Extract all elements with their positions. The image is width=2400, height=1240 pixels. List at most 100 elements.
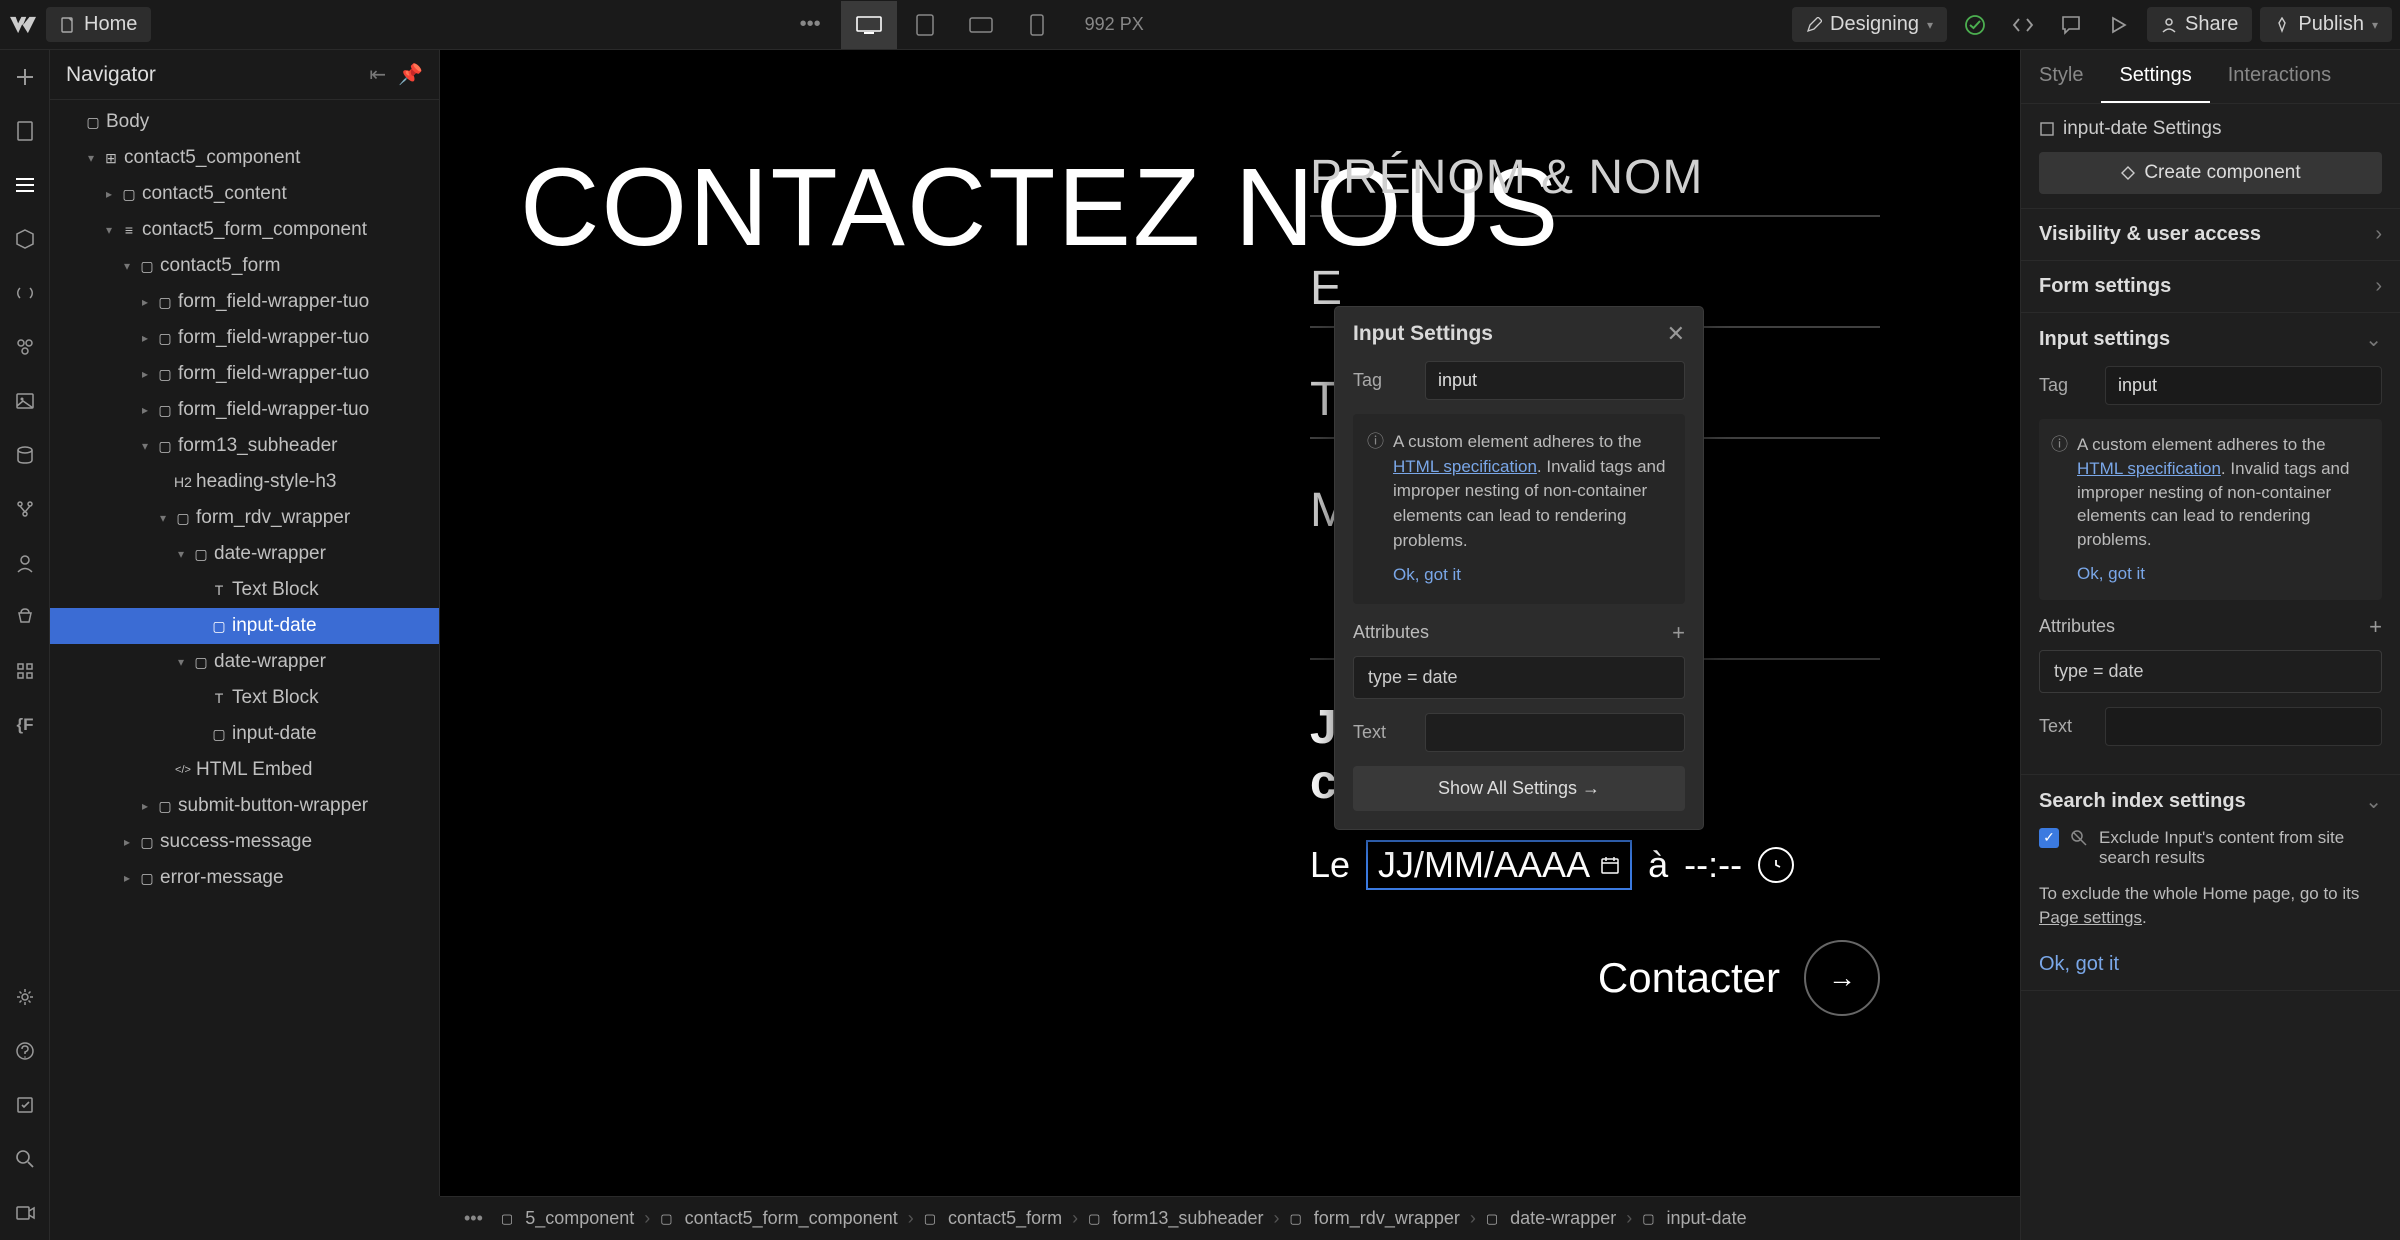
cms-icon[interactable] xyxy=(0,428,50,482)
breadcrumb-item[interactable]: ▢input-date xyxy=(1634,1208,1754,1229)
status-check-icon[interactable] xyxy=(1955,5,1995,45)
attribute-item[interactable]: type = date xyxy=(2039,650,2382,693)
audit-icon[interactable] xyxy=(0,1078,50,1132)
breadcrumb-item[interactable]: ▢form_rdv_wrapper xyxy=(1282,1208,1468,1229)
tree-arrow-icon[interactable]: ▸ xyxy=(136,367,154,381)
variables-icon[interactable] xyxy=(0,266,50,320)
preview-icon[interactable] xyxy=(2099,5,2139,45)
tree-row[interactable]: </>HTML Embed xyxy=(50,752,439,788)
tree-arrow-icon[interactable]: ▾ xyxy=(154,511,172,525)
tree-row[interactable]: ▸▢submit-button-wrapper xyxy=(50,788,439,824)
ecommerce-icon[interactable] xyxy=(0,590,50,644)
landscape-tablet-button[interactable] xyxy=(953,1,1009,49)
tree-row[interactable]: ▸▢success-message xyxy=(50,824,439,860)
chevron-down-icon[interactable]: ⌄ xyxy=(2365,327,2382,352)
tree-row[interactable]: TText Block xyxy=(50,572,439,608)
create-component-button[interactable]: Create component xyxy=(2039,152,2382,194)
tree-row[interactable]: ▾▢form_rdv_wrapper xyxy=(50,500,439,536)
close-icon[interactable]: ✕ xyxy=(1667,321,1685,347)
share-button[interactable]: Share xyxy=(2147,7,2252,42)
html-spec-link[interactable]: HTML specification xyxy=(1393,457,1537,476)
tree-arrow-icon[interactable]: ▾ xyxy=(82,151,100,165)
users-icon[interactable] xyxy=(0,536,50,590)
tree-row[interactable]: TText Block xyxy=(50,680,439,716)
add-icon[interactable] xyxy=(0,50,50,104)
tree-row[interactable]: H2heading-style-h3 xyxy=(50,464,439,500)
comment-icon[interactable] xyxy=(2051,5,2091,45)
collapse-icon[interactable]: ⇤ xyxy=(369,62,386,87)
tree-arrow-icon[interactable]: ▾ xyxy=(100,223,118,237)
tree-row[interactable]: ▢input-date xyxy=(50,608,439,644)
tree-row[interactable]: ▢input-date xyxy=(50,716,439,752)
ok-got-it-link[interactable]: Ok, got it xyxy=(1393,563,1669,588)
breadcrumb-item[interactable]: ▢5_component xyxy=(493,1208,642,1229)
pages-icon[interactable] xyxy=(0,104,50,158)
tree-arrow-icon[interactable]: ▸ xyxy=(136,403,154,417)
tree-row[interactable]: ▸▢form_field-wrapper-tuo xyxy=(50,356,439,392)
add-attribute-icon[interactable]: + xyxy=(1672,620,1685,646)
styles-icon[interactable] xyxy=(0,320,50,374)
field-name[interactable]: PRÉNOM & NOM xyxy=(1310,150,1880,217)
page-settings-link[interactable]: Page settings xyxy=(2039,908,2142,927)
exclude-checkbox[interactable]: ✓ xyxy=(2039,828,2059,848)
tablet-device-button[interactable] xyxy=(897,1,953,49)
tree-row[interactable]: ▾≡contact5_form_component xyxy=(50,212,439,248)
help-icon[interactable] xyxy=(0,1024,50,1078)
publish-button[interactable]: Publish ▾ xyxy=(2260,7,2392,42)
visibility-section[interactable]: Visibility & user access › xyxy=(2021,209,2400,261)
text-input[interactable] xyxy=(1425,713,1685,752)
ok-got-it-link[interactable]: Ok, got it xyxy=(2077,562,2368,586)
tab-settings[interactable]: Settings xyxy=(2101,50,2209,103)
desktop-device-button[interactable] xyxy=(841,1,897,49)
tree-arrow-icon[interactable]: ▸ xyxy=(136,799,154,813)
chevron-down-icon[interactable]: ⌄ xyxy=(2365,789,2382,814)
tag-input[interactable] xyxy=(1425,361,1685,400)
attribute-item[interactable]: type = date xyxy=(1353,656,1685,699)
rp-tag-input[interactable] xyxy=(2105,366,2382,405)
apps-icon[interactable] xyxy=(0,644,50,698)
tree-row[interactable]: ▸▢form_field-wrapper-tuo xyxy=(50,284,439,320)
tree-row[interactable]: ▾▢date-wrapper xyxy=(50,536,439,572)
settings-icon[interactable] xyxy=(0,970,50,1024)
more-dots-icon[interactable]: ••• xyxy=(800,13,821,36)
tree-arrow-icon[interactable]: ▸ xyxy=(118,835,136,849)
tree-arrow-icon[interactable]: ▾ xyxy=(118,259,136,273)
tab-style[interactable]: Style xyxy=(2021,50,2101,103)
logic-icon[interactable] xyxy=(0,482,50,536)
tree-row[interactable]: ▾▢contact5_form xyxy=(50,248,439,284)
tab-interactions[interactable]: Interactions xyxy=(2210,50,2349,103)
ok-got-it-link-2[interactable]: Ok, got it xyxy=(2039,953,2382,976)
date-input[interactable]: JJ/MM/AAAA xyxy=(1366,840,1632,890)
components-icon[interactable] xyxy=(0,212,50,266)
breadcrumb-item[interactable]: ▢form13_subheader xyxy=(1080,1208,1271,1229)
submit-button[interactable]: → xyxy=(1804,940,1880,1016)
show-all-settings-button[interactable]: Show All Settings → xyxy=(1353,766,1685,811)
breadcrumb-item[interactable]: ▢contact5_form xyxy=(916,1208,1070,1229)
webflow-logo-icon[interactable] xyxy=(8,10,38,40)
finsweet-icon[interactable]: {F xyxy=(0,698,50,752)
video-icon[interactable] xyxy=(0,1186,50,1240)
navigator-icon[interactable] xyxy=(0,158,50,212)
tree-arrow-icon[interactable]: ▸ xyxy=(136,331,154,345)
code-icon[interactable] xyxy=(2003,5,2043,45)
home-button[interactable]: Home xyxy=(46,7,151,42)
rp-text-input[interactable] xyxy=(2105,707,2382,746)
breadcrumb-more[interactable]: ••• xyxy=(454,1208,493,1229)
tree-row[interactable]: ▾▢form13_subheader xyxy=(50,428,439,464)
add-attribute-icon[interactable]: + xyxy=(2369,614,2382,640)
tree-row[interactable]: ▾▢date-wrapper xyxy=(50,644,439,680)
tree-arrow-icon[interactable]: ▾ xyxy=(172,547,190,561)
assets-icon[interactable] xyxy=(0,374,50,428)
mobile-device-button[interactable] xyxy=(1009,1,1065,49)
tree-arrow-icon[interactable]: ▸ xyxy=(136,295,154,309)
tree-row[interactable]: ▾⊞contact5_component xyxy=(50,140,439,176)
tree-row[interactable]: ▸▢form_field-wrapper-tuo xyxy=(50,392,439,428)
tree-row[interactable]: ▸▢error-message xyxy=(50,860,439,896)
tree-row[interactable]: ▢Body xyxy=(50,104,439,140)
time-placeholder[interactable]: --:-- xyxy=(1684,844,1742,886)
form-settings-section[interactable]: Form settings › xyxy=(2021,261,2400,313)
html-spec-link[interactable]: HTML specification xyxy=(2077,459,2221,478)
search-icon[interactable] xyxy=(0,1132,50,1186)
breadcrumb-item[interactable]: ▢date-wrapper xyxy=(1478,1208,1624,1229)
pin-icon[interactable]: 📌 xyxy=(398,62,423,87)
